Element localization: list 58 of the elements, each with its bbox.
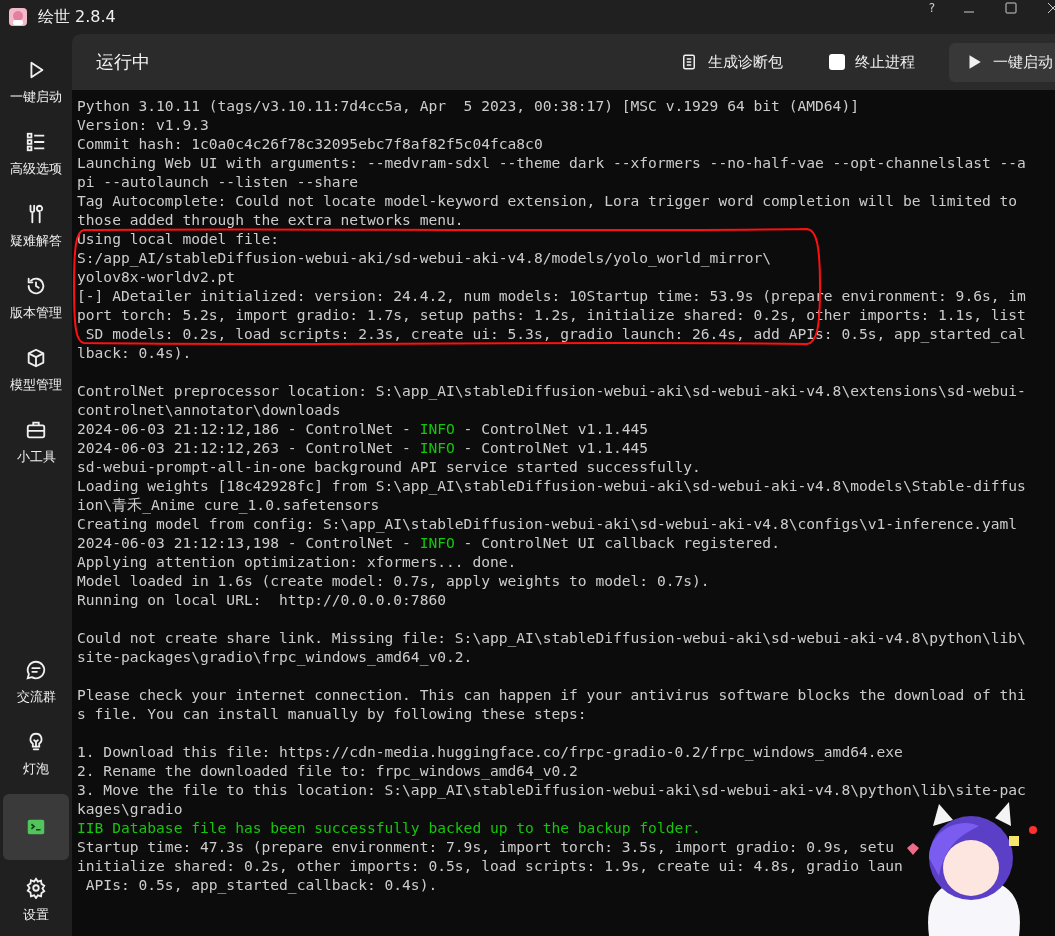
- sidebar-item[interactable]: 交流群: [3, 646, 69, 718]
- log-line: Running on local URL: http://0.0.0.0:7860: [77, 590, 447, 609]
- stop-process-checkbox[interactable]: 终止进程: [817, 44, 927, 80]
- log-line: Creating model from config: S:\app_AI\stableDiffusion-webui-aki\sd-webui-aki-v4.8\configs\v1-inference.yaml: [77, 514, 1018, 533]
- sidebar-item[interactable]: 高级选项: [3, 118, 69, 190]
- log-line: those added through the extra networks menu.: [77, 210, 464, 229]
- log-line: 1. Download this file: https://cdn-media.huggingface.co/frpc-gradio-0.2/frpc_windows_amd64.exe: [77, 742, 903, 761]
- sidebar-item[interactable]: 版本管理: [3, 262, 69, 334]
- log-line: pi --autolaunch --listen --share: [77, 172, 359, 191]
- page-title: 运行中: [96, 50, 151, 74]
- sidebar-item[interactable]: 一键启动: [3, 46, 69, 118]
- log-line: Using local model file:: [77, 229, 280, 248]
- log-line: Launching Web UI with arguments: --medvram-sdxl --theme dark --xformers --no-half-vae --opt-channelslast --a: [77, 153, 1026, 172]
- sidebar-item[interactable]: 设置: [3, 864, 69, 936]
- log-line: 3. Move the file to this location: S:\app_AI\stableDiffusion-webui-aki\sd-webui-aki-v4.8\python\lib\site-pac: [77, 780, 1026, 799]
- log-line: S:/app_AI/stableDiffusion-webui-aki/sd-webui-aki-v4.8/models/yolo_world_mirror\: [77, 248, 772, 267]
- log-line: Tag Autocomplete: Could not locate model-keyword extension, Lora trigger word completion will be limited to: [77, 191, 1018, 210]
- log-line: Commit hash: 1c0a0c4c26f78c32095ebc7f8af82f5c04fca8c0: [77, 134, 543, 153]
- log-line: 2024-06-03 21:12:12,263 - ControlNet - INFO - ControlNet v1.1.445: [77, 438, 649, 457]
- log-line: APIs: 0.5s, app_started_callback: 0.4s).: [84, 875, 438, 894]
- log-line: yolov8x-worldv2.pt: [77, 267, 236, 286]
- log-line: ControlNet preprocessor location: S:\app_AI\stableDiffusion-webui-aki\sd-webui-aki-v4.8\extensions\sd-webui-: [77, 381, 1026, 400]
- sidebar-item[interactable]: 疑难解答: [3, 190, 69, 262]
- log-line: 2. Rename the downloaded file to: frpc_windows_amd64_v0.2: [77, 761, 578, 780]
- log-line: 2024-06-03 21:12:13,198 - ControlNet - INFO - ControlNet UI callback registered.: [77, 533, 780, 552]
- maximize-icon[interactable]: [1003, 0, 1019, 16]
- sidebar-item[interactable]: 模型管理: [3, 334, 69, 406]
- sidebar-item[interactable]: [3, 794, 69, 860]
- log-line: Could not create share link. Missing file: S:\app_AI\stableDiffusion-webui-aki\sd-webui-aki-v4.8\python\lib\: [77, 628, 1026, 647]
- window-title: 绘世 2.8.4: [38, 6, 116, 28]
- log-line: Model loaded in 1.6s (create model: 0.7s, apply weights to model: 0.7s).: [77, 571, 710, 590]
- log-line: lback: 0.4s).: [77, 343, 192, 362]
- log-line: s file. You can install manually by following these steps:: [77, 704, 587, 723]
- cube-icon: [25, 346, 47, 369]
- chat-icon: [25, 658, 47, 681]
- document-icon: [680, 53, 698, 71]
- log-line: Applying attention optimization: xformers... done.: [77, 552, 517, 571]
- list-icon: [25, 130, 47, 153]
- diagnose-button[interactable]: 生成诊断包: [668, 44, 795, 80]
- app-icon: [8, 7, 28, 27]
- log-line: Startup time: 47.3s (prepare environment: 7.9s, import torch: 3.5s, import gradio: 0.9s, setu: [77, 837, 895, 856]
- log-line: ion\青禾_Anime cure_1.0.safetensors: [77, 495, 380, 514]
- log-line: Loading weights [18c42928fc] from S:\app_AI\stableDiffusion-webui-aki\sd-webui-aki-v4.8\models\Stable-diffus: [77, 476, 1026, 495]
- sidebar-item[interactable]: 灯泡: [3, 718, 69, 790]
- log-line: controlnet\annotator\downloads: [77, 400, 341, 419]
- log-line: initialize shared: 0.2s, other imports: 0.5s, load scripts: 1.9s, create ui: 4.8s, gradio laun: [77, 856, 903, 875]
- log-line: sd-webui-prompt-all-in-one background API service started successfully.: [77, 457, 701, 476]
- log-line: Please check your internet connection. This can happen if your antivirus software blocks the download of thi: [77, 685, 1026, 704]
- log-line: 2024-06-03 21:12:12,186 - ControlNet - INFO - ControlNet v1.1.445: [77, 419, 649, 438]
- log-line: Python 3.10.11 (tags/v3.10.11:7d4cc5a, Apr 5 2023, 00:38:17) [MSC v.1929 64 bit (AMD64)]: [77, 96, 859, 115]
- sidebar-item[interactable]: 小工具: [3, 406, 69, 478]
- help-button[interactable]: ?: [928, 1, 935, 15]
- log-line: kages\gradio: [77, 799, 183, 818]
- log-line: site-packages\gradio\frpc_windows_amd64_v0.2.: [77, 647, 473, 666]
- launch-button[interactable]: 一键启动: [949, 42, 1055, 82]
- log-line: IIB Database file has been successfully backed up to the backup folder.: [77, 818, 701, 837]
- settings-icon: [25, 876, 47, 899]
- log-line: Version: v1.9.3: [77, 115, 209, 134]
